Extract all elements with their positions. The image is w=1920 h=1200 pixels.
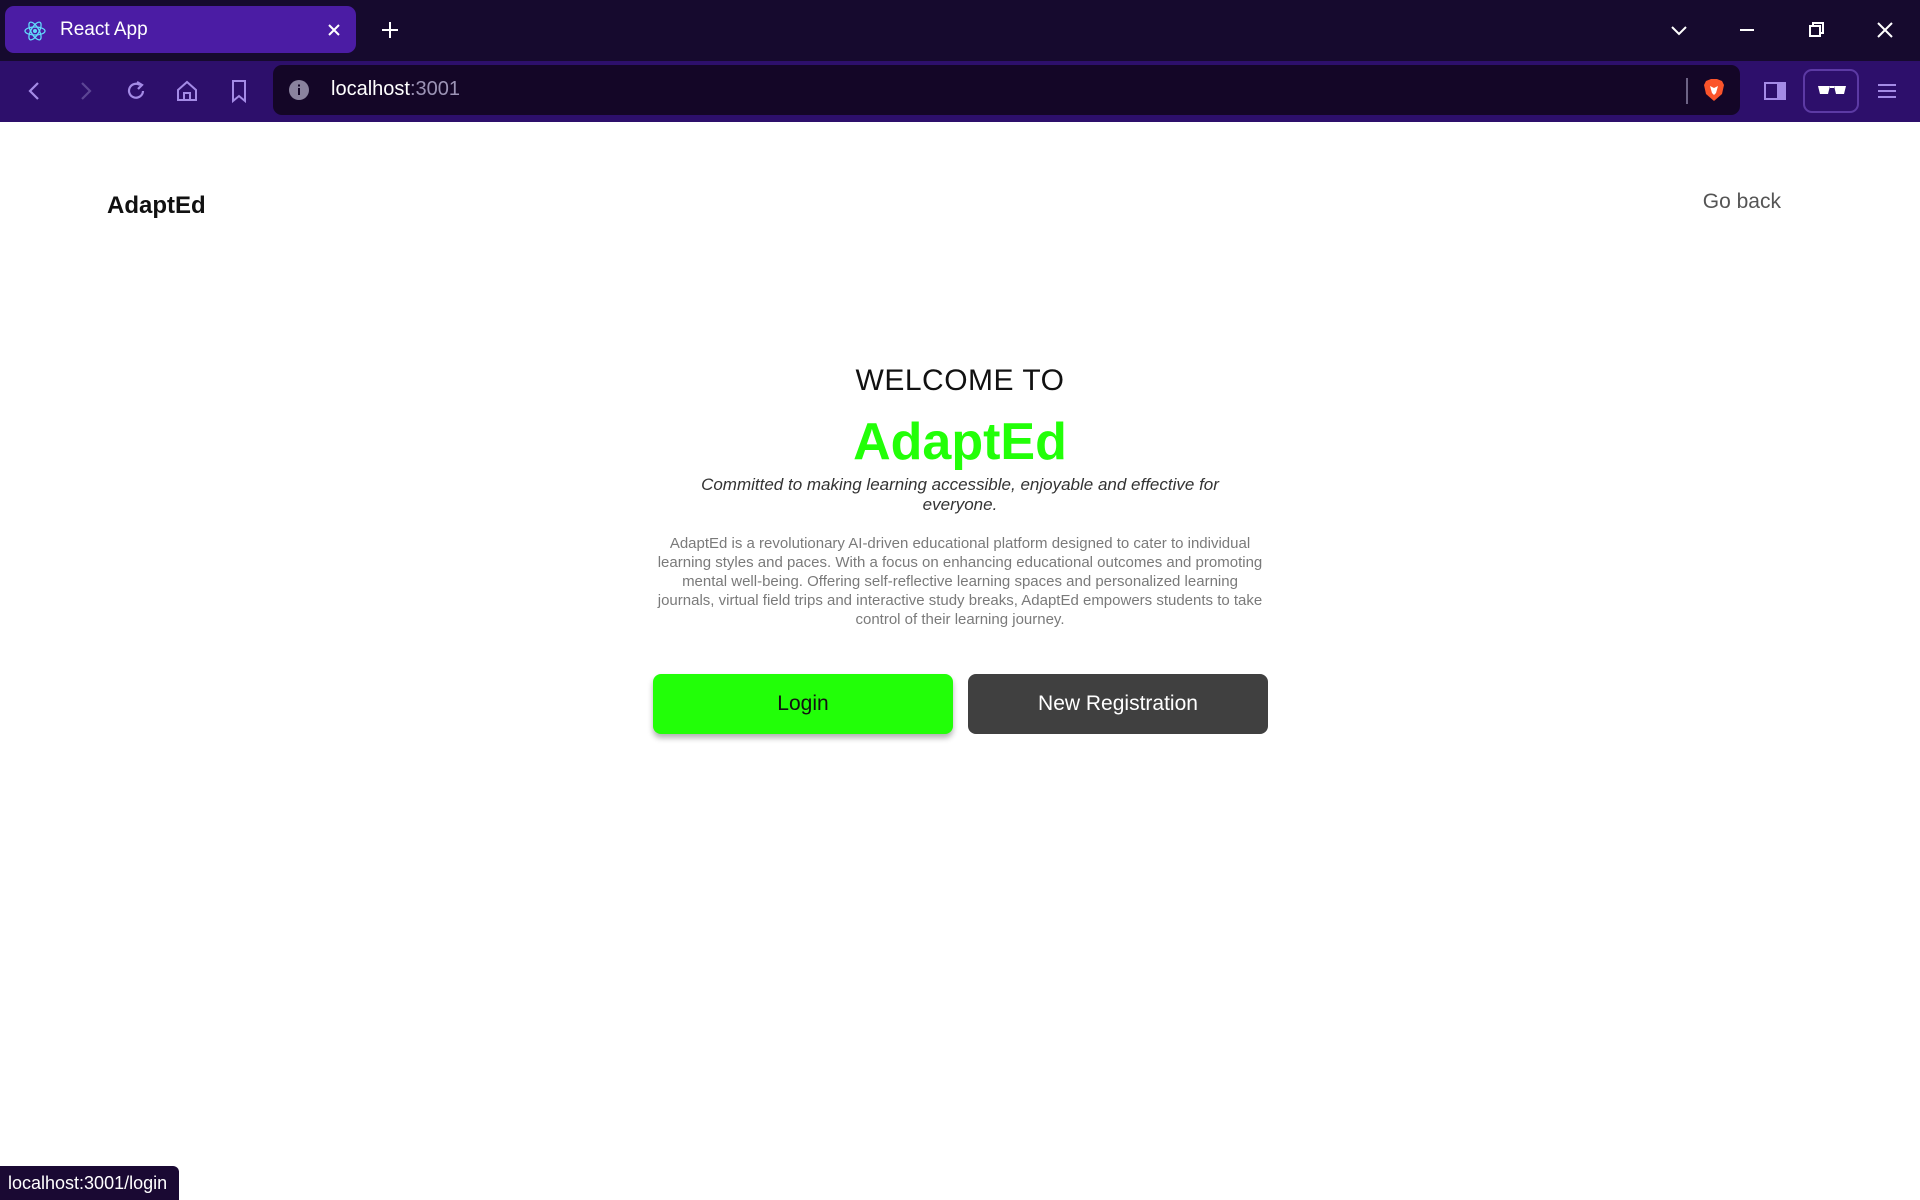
tab-title: React App (60, 19, 148, 40)
url-host: localhost (331, 78, 410, 100)
browser-toolbar: localhost:3001 (0, 61, 1920, 122)
active-tab[interactable]: React App (5, 6, 356, 53)
reader-mode-button[interactable] (1803, 69, 1859, 113)
url-port: :3001 (409, 78, 460, 100)
restore-icon[interactable] (1802, 16, 1830, 44)
reader-glasses-icon (1818, 86, 1846, 94)
go-back-link[interactable]: Go back (1703, 190, 1781, 214)
back-icon[interactable] (20, 76, 50, 106)
brave-lion-icon[interactable] (1700, 76, 1728, 104)
tagline: Committed to making learning accessible,… (701, 475, 1219, 514)
url-divider (1686, 78, 1688, 104)
window-close-icon[interactable] (1871, 16, 1899, 44)
browser-tab-strip: React App (0, 0, 1920, 61)
hero-title: AdaptEd (853, 413, 1067, 471)
home-icon[interactable] (172, 76, 202, 106)
new-registration-button[interactable]: New Registration (968, 674, 1268, 734)
sidebar-icon[interactable] (1760, 76, 1790, 106)
welcome-heading: WELCOME TO (855, 364, 1065, 397)
reload-icon[interactable] (121, 76, 151, 106)
menu-icon[interactable] (1872, 76, 1902, 106)
info-icon[interactable] (288, 79, 310, 101)
close-icon[interactable] (324, 20, 344, 40)
address-bar[interactable]: localhost:3001 (273, 65, 1740, 115)
page-viewport: AdaptEd Go back WELCOME TO AdaptEd Commi… (0, 122, 1920, 1200)
react-favicon-icon (24, 21, 46, 41)
minimize-icon[interactable] (1733, 16, 1761, 44)
plus-icon[interactable] (378, 18, 402, 42)
bookmark-icon[interactable] (224, 76, 254, 106)
login-button[interactable]: Login (653, 674, 953, 734)
description: AdaptEd is a revolutionary AI-driven edu… (657, 535, 1263, 628)
forward-icon[interactable] (70, 76, 100, 106)
status-link-preview: localhost:3001/login (0, 1166, 180, 1200)
url-text[interactable]: localhost:3001 (331, 78, 460, 101)
brand-logo[interactable]: AdaptEd (107, 192, 206, 220)
chevron-down-icon[interactable] (1665, 16, 1693, 44)
